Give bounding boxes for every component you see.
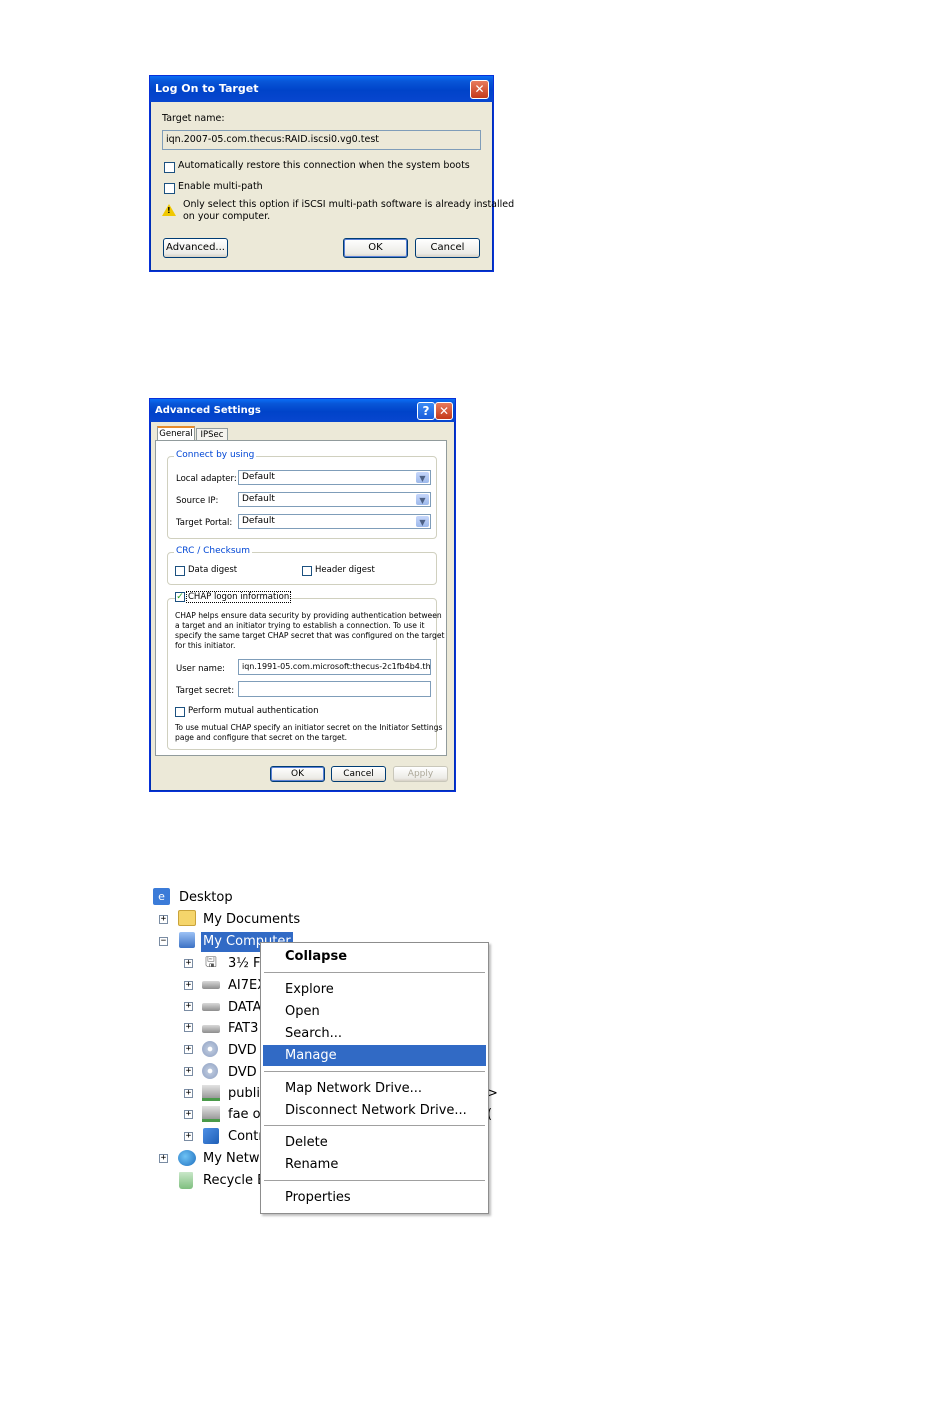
menu-item-collapse[interactable]: Collapse [263,946,486,967]
menu-separator [264,1125,485,1126]
desktop-icon: e [153,888,170,905]
control-panel-icon [203,1128,219,1144]
menu-item-rename[interactable]: Rename [263,1154,486,1175]
dvd-drive-icon [202,1063,218,1079]
recycle-bin-icon [179,1172,193,1189]
menu-item-open[interactable]: Open [263,1001,486,1022]
tree-item-desktop[interactable]: Desktop [179,888,233,908]
menu-item-map-network-drive[interactable]: Map Network Drive... [263,1078,486,1099]
dvd-drive-icon [202,1041,218,1057]
expand-icon[interactable]: + [159,1154,168,1163]
expand-icon[interactable]: + [159,915,168,924]
expand-icon[interactable]: + [184,959,193,968]
tree-item-control-panel[interactable]: Contr [228,1127,264,1147]
menu-item-manage[interactable]: Manage [263,1045,486,1066]
menu-item-delete[interactable]: Delete [263,1132,486,1153]
menu-separator [264,1071,485,1072]
context-menu: Collapse Explore Open Search... Manage M… [260,942,489,1214]
collapse-icon[interactable]: − [159,937,168,946]
expand-icon[interactable]: + [184,1002,193,1011]
expand-icon[interactable]: + [184,1110,193,1119]
menu-separator [264,972,485,973]
expand-icon[interactable]: + [184,1067,193,1076]
hard-drive-icon [202,981,220,989]
tree-item-my-network[interactable]: My Netwo [203,1149,267,1169]
network-places-icon [178,1150,196,1166]
tree-item-drive-fat3[interactable]: FAT3 [228,1019,258,1039]
expand-icon[interactable]: + [184,1023,193,1032]
expand-icon[interactable]: + [184,1045,193,1054]
menu-item-search[interactable]: Search... [263,1023,486,1044]
computer-icon [179,932,195,948]
tree-item-drive-data[interactable]: DATA [228,998,262,1018]
tree-item-my-documents[interactable]: My Documents [203,910,300,930]
menu-item-explore[interactable]: Explore [263,979,486,1000]
menu-item-properties[interactable]: Properties [263,1187,486,1208]
network-drive-icon [202,1085,220,1101]
folder-icon [178,910,196,926]
expand-icon[interactable]: + [184,981,193,990]
menu-item-disconnect-network-drive[interactable]: Disconnect Network Drive... [263,1100,486,1121]
floppy-drive-icon: 🖫 [205,955,217,971]
expand-icon[interactable]: + [184,1132,193,1141]
expand-icon[interactable]: + [184,1089,193,1098]
tree-item-floppy[interactable]: 3½ F [228,954,260,974]
tree-item-recycle-bin[interactable]: Recycle B [203,1171,266,1191]
menu-separator [264,1180,485,1181]
hard-drive-icon [202,1025,220,1033]
tree-item-fae[interactable]: fae o [228,1105,261,1125]
hard-drive-icon [202,1003,220,1011]
network-drive-icon [202,1106,220,1122]
